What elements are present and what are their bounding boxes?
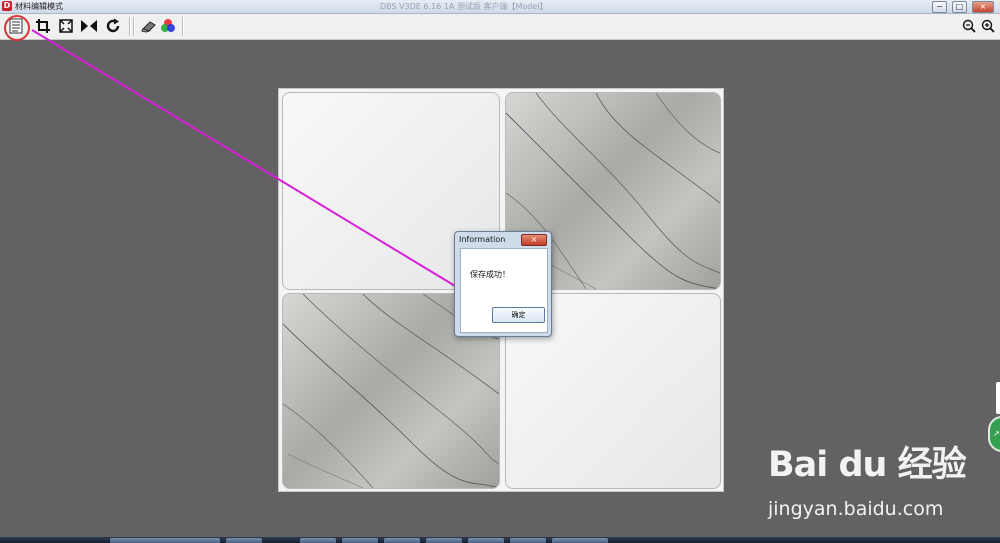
taskbar-item[interactable] (342, 538, 378, 543)
watermark-logo: Bai du 经验 (768, 445, 967, 485)
taskbar-item[interactable] (300, 538, 336, 543)
taskbar-item[interactable] (426, 538, 462, 543)
watermark-url: jingyan.baidu.com (768, 498, 944, 520)
taskbar-item[interactable] (510, 538, 546, 543)
taskbar (0, 537, 1000, 543)
dialog-title: Information (459, 235, 506, 244)
ok-button[interactable]: 确定 (492, 307, 545, 323)
dialog-close-button[interactable]: × (521, 234, 547, 246)
taskbar-item[interactable] (226, 538, 262, 543)
dialog-message: 保存成功！ (470, 270, 510, 279)
watermark: Bai du 经验 jingyan.baidu.com (768, 436, 967, 520)
side-scroll-tab[interactable] (996, 382, 1000, 414)
taskbar-item[interactable] (384, 538, 420, 543)
information-dialog: Information × 保存成功！ 确定 (454, 231, 552, 337)
taskbar-item[interactable] (552, 538, 608, 543)
taskbar-item[interactable] (110, 538, 220, 543)
dialog-body: 保存成功！ 确定 (460, 248, 548, 333)
taskbar-item[interactable] (468, 538, 504, 543)
